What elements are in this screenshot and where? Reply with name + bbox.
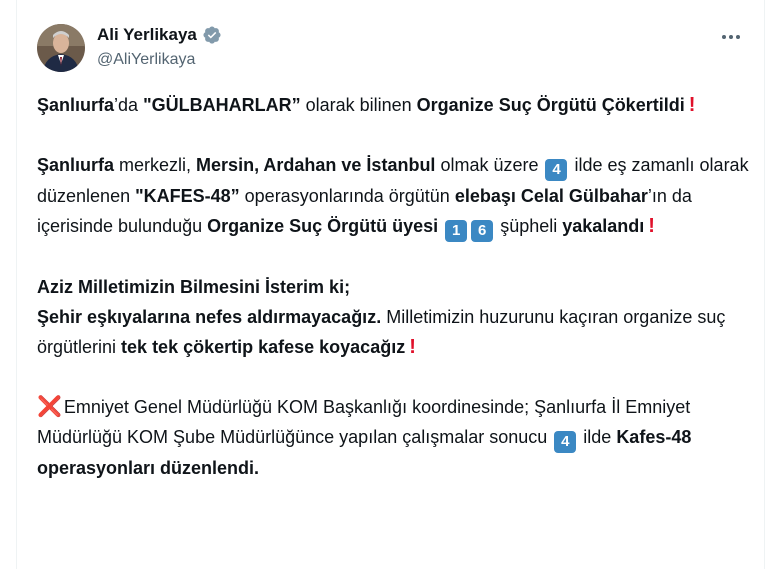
tweet-header: Ali Yerlikaya @AliYerlikaya [37,22,744,78]
tweet-paragraph-4: ❌ Emniyet Genel Müdürlüğü KOM Başkanlığı … [37,392,749,483]
text-bold: yakalandı [562,216,645,236]
avatar[interactable] [37,24,85,72]
text-bold: Şanlıurfa [37,95,115,115]
text: şüpheli [495,216,563,236]
text-bold: elebaşı Celal Gülbahar [454,186,648,206]
verified-badge-icon [203,26,221,44]
text-bold: Organize Suç Örgütü Çökertildi [416,95,685,115]
text-bold: Mersin, Ardahan ve İstanbul [196,155,436,175]
author-handle[interactable]: @AliYerlikaya [97,51,195,69]
text: merkezli, [114,155,197,175]
text: ilde [578,427,617,447]
tweet-text: Şanlıurfa’da "GÜLBAHARLAR” olarak biline… [37,90,749,513]
more-button[interactable] [718,24,744,50]
red-exclamation-icon: ! [409,336,416,358]
text-bold: Şehir eşkıyalarına nefes aldırmayacağız. [37,307,382,327]
author-name[interactable]: Ali Yerlikaya [97,25,197,45]
keycap-1-icon: 1 [445,220,468,242]
text-bold: "KAFES-48” [135,186,240,206]
red-exclamation-icon: ! [688,94,696,116]
keycap-4-icon: 4 [545,159,568,181]
tweet-paragraph-3: Aziz Milletimizin Bilmesini İsterim ki; Ş… [37,272,749,362]
text-bold: "GÜLBAHARLAR” [143,95,301,115]
text-bold: tek tek çökertip kafese koyacağız [121,337,406,357]
tweet-card: Ali Yerlikaya @AliYerlikaya Şanlıurfa’da… [16,0,765,569]
text-bold: Organize Suç Örgütü üyesi [207,216,439,236]
text-bold: Aziz Milletimizin Bilmesini İsterim ki; [37,277,351,297]
red-exclamation-icon: ! [648,215,655,237]
text-bold: Şanlıurfa [37,155,115,175]
keycap-4-icon: 4 [554,431,577,453]
text: ’da [114,95,144,115]
more-dots-icon [722,35,740,39]
text: operasyonlarında örgütün [239,186,455,206]
text: olarak bilinen [300,95,417,115]
author-name-row: Ali Yerlikaya [97,25,222,45]
person-portrait-icon [37,24,85,72]
keycap-6-icon: 6 [471,220,494,242]
cross-mark-icon: ❌ [37,396,62,418]
text: olmak üzere [435,155,544,175]
tweet-paragraph-2: Şanlıurfa merkezli, Mersin, Ardahan ve İ… [37,150,749,242]
tweet-paragraph-1: Şanlıurfa’da "GÜLBAHARLAR” olarak biline… [37,90,749,120]
